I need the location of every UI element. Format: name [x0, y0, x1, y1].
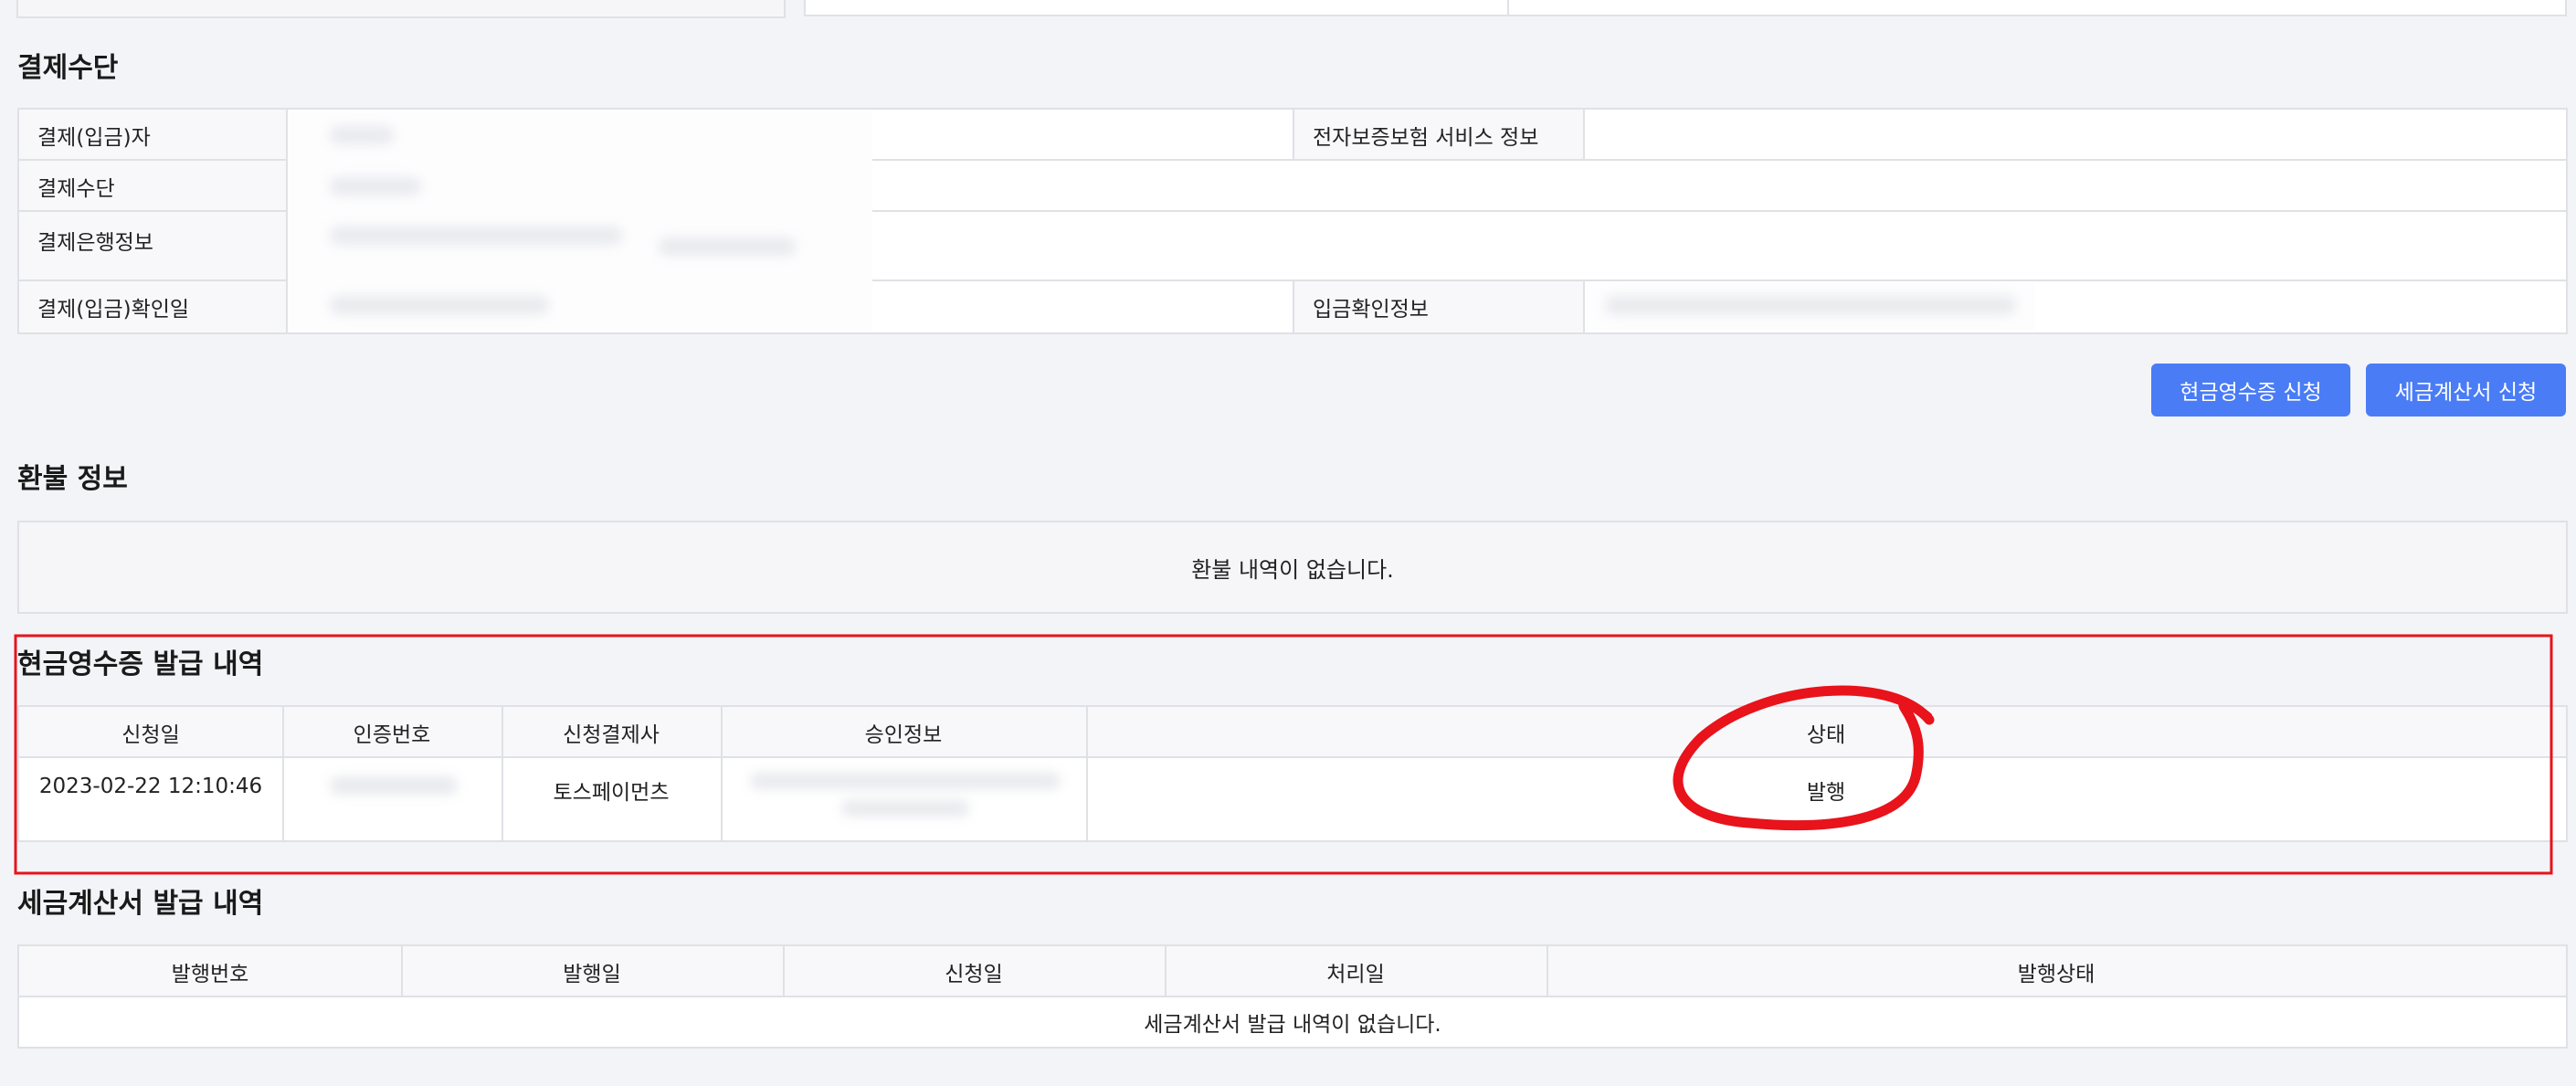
column-header-process-date: 처리일	[1326, 963, 1385, 986]
annotation-highlight-rect	[14, 634, 2553, 875]
column-header-request-date: 신청일	[945, 963, 1003, 986]
tax-invoice-empty-message: 세금계산서 발급 내역이 없습니다.	[1144, 1013, 1441, 1037]
column-header-invoice-number: 발행번호	[171, 963, 249, 986]
annotation-circle	[1673, 685, 1935, 831]
tax-invoice-empty-row: 세금계산서 발급 내역이 없습니다.	[19, 997, 2566, 1047]
annotation-overlay	[14, 634, 2553, 875]
column-header-issue-date: 발행일	[563, 963, 621, 986]
tax-invoice-table: 발행번호 발행일 신청일 처리일 발행상태 세금계산서 발급 내역이 없습니다.	[17, 944, 2568, 1049]
grid-line	[401, 946, 403, 997]
grid-line	[783, 946, 785, 997]
grid-line	[1547, 946, 1548, 997]
column-header-issue-status: 발행상태	[2017, 963, 2096, 986]
grid-line	[1165, 946, 1167, 997]
tax-invoice-section-title: 세금계산서 발급 내역	[17, 888, 264, 920]
